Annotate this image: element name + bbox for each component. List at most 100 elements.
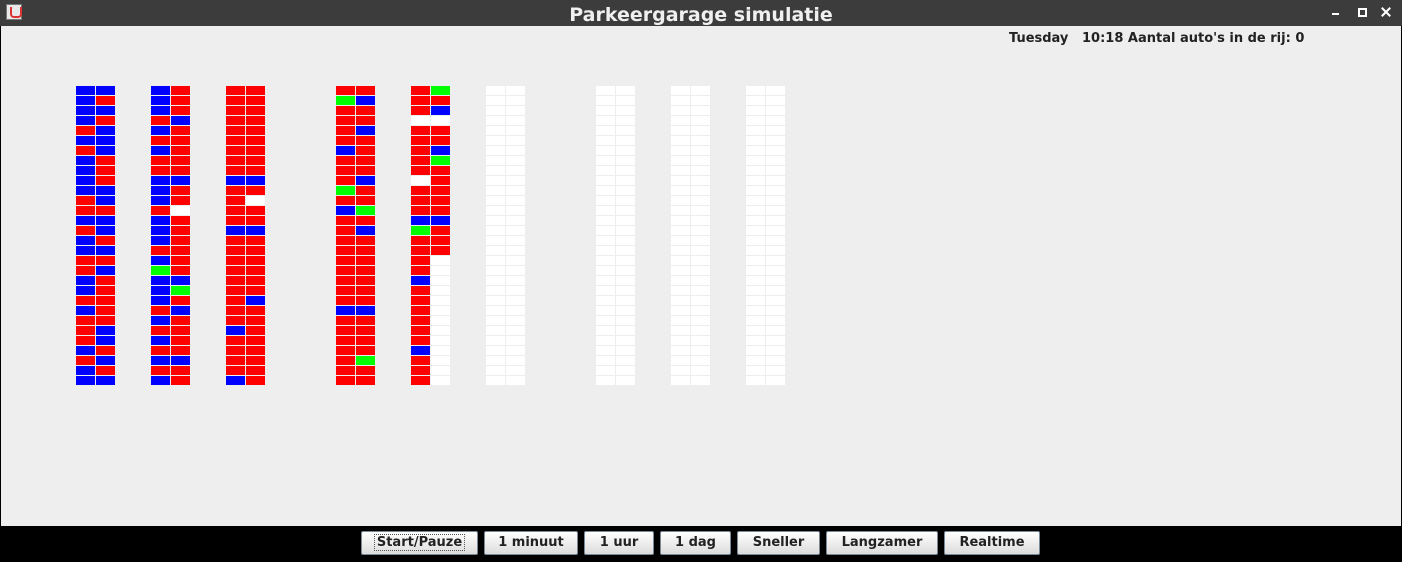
parking-spot-regular — [226, 236, 245, 245]
parking-spot-regular — [76, 126, 95, 135]
parking-spot-subscriber — [431, 106, 450, 115]
parking-spot-empty — [671, 136, 690, 145]
one-hour-button[interactable]: 1 uur — [584, 531, 654, 555]
parking-spot-empty — [486, 86, 505, 95]
parking-spot-empty — [506, 336, 525, 345]
parking-spot-empty — [596, 256, 615, 265]
parking-spot-empty — [746, 196, 765, 205]
parking-spot-subscriber — [171, 116, 190, 125]
parking-spot-empty — [486, 306, 505, 315]
parking-spot-empty — [431, 346, 450, 355]
parking-spot-subscriber — [96, 326, 115, 335]
close-icon[interactable] — [1380, 6, 1392, 18]
parking-spot-regular — [356, 376, 375, 385]
parking-spot-regular — [431, 126, 450, 135]
parking-spot-regular — [411, 96, 430, 105]
parking-spot-regular — [96, 286, 115, 295]
parking-spot-empty — [671, 366, 690, 375]
parking-spot-empty — [671, 226, 690, 235]
parking-spot-regular — [76, 266, 95, 275]
parking-spot-empty — [596, 316, 615, 325]
parking-spot-empty — [596, 306, 615, 315]
parking-spot-empty — [746, 156, 765, 165]
parking-spot-regular — [96, 346, 115, 355]
parking-spot-regular — [171, 226, 190, 235]
parking-spot-subscriber — [151, 376, 170, 385]
parking-spot-empty — [746, 356, 765, 365]
parking-spot-subscriber — [151, 146, 170, 155]
parking-spot-empty — [746, 326, 765, 335]
parking-spot-regular — [246, 346, 265, 355]
parking-spot-subscriber — [96, 246, 115, 255]
parking-spot-subscriber — [411, 216, 430, 225]
parking-spot-empty — [671, 146, 690, 155]
parking-spot-subscriber — [76, 156, 95, 165]
parking-spot-empty — [506, 236, 525, 245]
parking-spot-regular — [356, 266, 375, 275]
window-title: Parkeergarage simulatie — [569, 4, 833, 26]
minimize-icon[interactable] — [1330, 6, 1342, 18]
parking-spot-empty — [766, 296, 785, 305]
parking-spot-subscriber — [246, 176, 265, 185]
parking-spot-empty — [671, 306, 690, 315]
parking-spot-empty — [766, 346, 785, 355]
parking-spot-empty — [506, 106, 525, 115]
parking-spot-subscriber — [76, 286, 95, 295]
parking-spot-regular — [226, 336, 245, 345]
one-minute-button[interactable]: 1 minuut — [484, 531, 578, 555]
maximize-icon[interactable] — [1356, 6, 1368, 18]
parking-spot-empty — [691, 276, 710, 285]
parking-spot-empty — [766, 266, 785, 275]
parking-spot-subscriber — [226, 376, 245, 385]
slower-button[interactable]: Langzamer — [826, 531, 938, 555]
parking-spot-empty — [691, 176, 710, 185]
parking-spot-empty — [746, 116, 765, 125]
parking-spot-regular — [96, 206, 115, 215]
parking-spot-regular — [151, 166, 170, 175]
parking-spot-subscriber — [246, 226, 265, 235]
parking-spot-regular — [226, 356, 245, 365]
parking-spot-subscriber — [96, 196, 115, 205]
parking-spot-empty — [506, 246, 525, 255]
parking-spot-empty — [431, 356, 450, 365]
parking-spot-subscriber — [411, 276, 430, 285]
start-pause-label: Start/Pauze — [373, 534, 466, 551]
parking-spot-subscriber — [151, 216, 170, 225]
parking-spot-regular — [246, 116, 265, 125]
parking-spot-regular — [171, 326, 190, 335]
parking-spot-subscriber — [76, 116, 95, 125]
parking-spot-empty — [691, 116, 710, 125]
parking-spot-regular — [226, 216, 245, 225]
parking-spot-empty — [746, 266, 765, 275]
parking-spot-empty — [616, 266, 635, 275]
parking-spot-empty — [431, 326, 450, 335]
parking-spot-empty — [671, 166, 690, 175]
parking-spot-empty — [766, 356, 785, 365]
parking-spot-empty — [596, 276, 615, 285]
parking-spot-regular — [356, 156, 375, 165]
parking-spot-empty — [486, 286, 505, 295]
parking-spot-empty — [596, 206, 615, 215]
parking-spot-empty — [431, 316, 450, 325]
parking-spot-subscriber — [76, 96, 95, 105]
parking-spot-subscriber — [151, 286, 170, 295]
parking-spot-reserved — [411, 226, 430, 235]
parking-spot-empty — [691, 286, 710, 295]
parking-spot-empty — [506, 116, 525, 125]
parking-spot-subscriber — [151, 356, 170, 365]
parking-spot-regular — [356, 146, 375, 155]
status-day: Tuesday — [1009, 31, 1069, 46]
parking-spot-subscriber — [226, 176, 245, 185]
title-bar[interactable]: Parkeergarage simulatie — [0, 0, 1402, 26]
parking-spot-subscriber — [171, 276, 190, 285]
parking-spot-regular — [246, 376, 265, 385]
faster-button[interactable]: Sneller — [737, 531, 820, 555]
parking-spot-regular — [336, 236, 355, 245]
parking-spot-empty — [596, 116, 615, 125]
realtime-button[interactable]: Realtime — [944, 531, 1040, 555]
one-day-button[interactable]: 1 dag — [660, 531, 731, 555]
parking-spot-regular — [246, 156, 265, 165]
parking-spot-regular — [246, 106, 265, 115]
start-pause-button[interactable]: Start/Pauze — [361, 531, 478, 555]
parking-spot-subscriber — [76, 366, 95, 375]
